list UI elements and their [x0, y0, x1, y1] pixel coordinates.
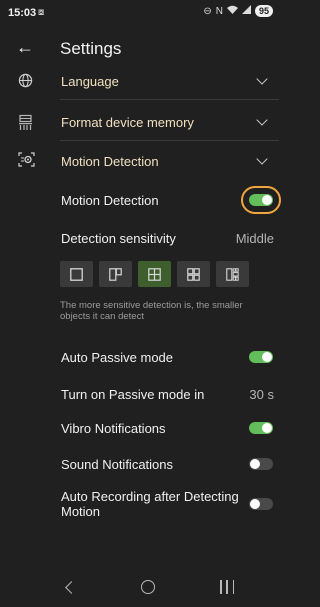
app-bar: ← Settings: [0, 30, 279, 66]
sensitivity-level-5[interactable]: [216, 261, 249, 287]
status-time: 15:03: [8, 7, 37, 19]
section-motion-detection-label: Motion Detection: [61, 154, 159, 169]
auto-recording-row: Auto Recording after Detecting Motion: [60, 487, 279, 521]
system-nav-bar: [0, 575, 279, 607]
toggle-knob: [250, 459, 260, 469]
chevron-down-icon: [256, 73, 268, 85]
section-motion-detection[interactable]: Motion Detection: [60, 150, 270, 174]
section-format-memory-label: Format device memory: [61, 115, 194, 130]
memory-card-icon: [18, 114, 33, 135]
nav-home-icon[interactable]: [141, 580, 155, 594]
divider: [60, 99, 279, 100]
vibro-notifications-row: Vibro Notifications: [60, 416, 279, 440]
motion-detection-label: Motion Detection: [61, 193, 159, 208]
vibro-notifications-label: Vibro Notifications: [61, 421, 166, 436]
auto-recording-toggle[interactable]: [249, 498, 273, 510]
sensitivity-level-3[interactable]: [138, 261, 171, 287]
toggle-knob: [262, 352, 272, 362]
wifi-icon: [226, 5, 238, 17]
auto-passive-label: Auto Passive mode: [61, 350, 174, 365]
auto-passive-toggle[interactable]: [249, 351, 273, 363]
detection-sensitivity-value: Middle: [235, 231, 274, 246]
sensitivity-hint: The more sensitive detection is, the sma…: [60, 300, 243, 322]
detection-sensitivity-row: Detection sensitivity Middle: [60, 226, 279, 250]
grid-squares-icon: [187, 267, 200, 281]
detection-sensitivity-label: Detection sensitivity: [61, 231, 176, 246]
fine-grid-icon: [226, 267, 239, 281]
vibro-notifications-toggle[interactable]: [249, 422, 273, 434]
motion-detection-row: Motion Detection: [60, 186, 281, 214]
sensitivity-selector: [60, 261, 279, 287]
cellular-icon: [241, 5, 251, 17]
toggle-knob: [250, 499, 260, 509]
motion-detection-icon: [18, 152, 35, 171]
section-language-label: Language: [61, 74, 119, 89]
passive-mode-timer-value: 30 s: [249, 387, 274, 402]
circle-minus-icon: ⊖: [203, 5, 212, 17]
nav-back-icon[interactable]: [65, 581, 78, 594]
chevron-down-icon: [256, 153, 268, 165]
arrow-back-icon[interactable]: ←: [16, 37, 34, 58]
sensitivity-level-4[interactable]: [177, 261, 210, 287]
status-icons: ⊖ N 95: [203, 5, 273, 17]
auto-passive-row: Auto Passive mode: [60, 345, 279, 369]
passive-mode-timer-row[interactable]: Turn on Passive mode in 30 s: [60, 382, 279, 406]
passive-mode-timer-label: Turn on Passive mode in: [61, 387, 205, 402]
page-title: Settings: [60, 39, 122, 58]
divider: [60, 140, 279, 141]
section-format-memory[interactable]: Format device memory: [60, 111, 270, 135]
nav-recents-icon[interactable]: [220, 580, 234, 594]
battery-badge: 95: [254, 5, 273, 17]
sound-notifications-label: Sound Notifications: [61, 457, 174, 472]
signal-n-icon: N: [215, 5, 223, 17]
status-bar: 15:03 ⧇ ⊖ N 95: [0, 0, 279, 26]
single-square-icon: [70, 267, 83, 281]
sound-notifications-toggle[interactable]: [249, 458, 273, 470]
toggle-knob: [262, 195, 272, 205]
chevron-down-icon: [256, 114, 268, 126]
globe-icon: [18, 73, 33, 92]
auto-recording-label: Auto Recording after Detecting Motion: [61, 489, 239, 519]
sound-notifications-row: Sound Notifications: [60, 452, 279, 476]
sensitivity-level-1[interactable]: [60, 261, 93, 287]
sensitivity-level-2[interactable]: [99, 261, 132, 287]
motion-detection-toggle[interactable]: [241, 186, 281, 214]
section-language[interactable]: Language: [60, 70, 270, 94]
screen-cast-icon: ⧇: [38, 7, 45, 18]
two-squares-icon: [109, 267, 122, 281]
four-squares-icon: [148, 267, 161, 281]
toggle-knob: [262, 423, 272, 433]
